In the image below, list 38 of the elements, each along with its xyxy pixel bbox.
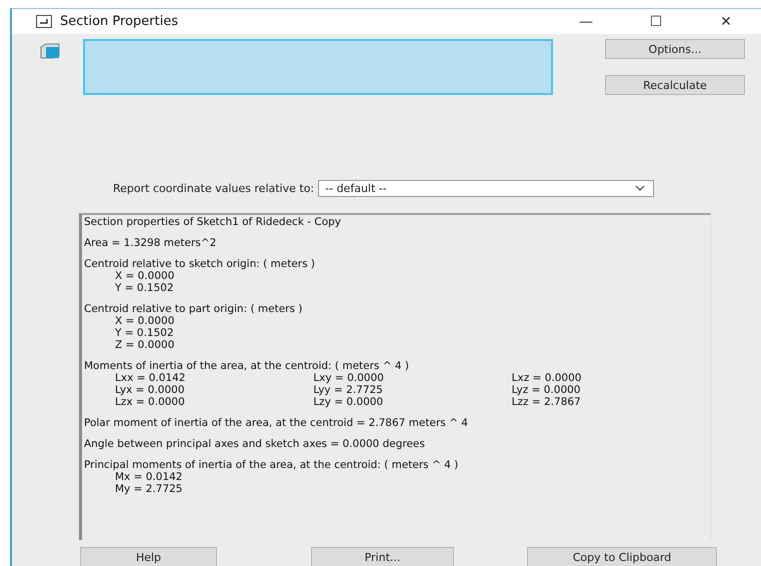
report-value: Lzz = 2.7867 xyxy=(512,396,582,408)
report-value: X = 0.0000 xyxy=(114,270,176,282)
report-value: Z = 0.0000 xyxy=(114,339,176,351)
report-value: Y = 0.1502 xyxy=(114,327,175,339)
action-button[interactable]: Print... xyxy=(311,547,454,566)
report-line: Polar moment of inertia of the area, at the centroid = 2.7867 meters ^ 4 xyxy=(84,417,469,429)
minimize-button[interactable]: — xyxy=(551,9,621,34)
chevron-down-icon xyxy=(635,185,646,191)
report-heading: Moments of inertia of the area, at the centroid: ( meters ^ 4 ) xyxy=(84,360,410,372)
report-value: X = 0.0000 xyxy=(114,315,176,327)
report-value: Lyz = 0.0000 xyxy=(512,384,582,396)
action-button[interactable]: Recalculate xyxy=(605,75,745,95)
report-line: Angle between principal axes and sketch axes = 0.0000 degrees xyxy=(84,438,426,450)
report-heading: Centroid relative to part origin: ( meters ) xyxy=(84,303,304,315)
report-value: Lyx = 0.0000 xyxy=(115,384,186,396)
maximize-button[interactable]: ☐ xyxy=(621,9,691,34)
relative-to-label: Report coordinate values relative to: xyxy=(113,182,314,194)
coordinate-dropdown[interactable]: -- default -- xyxy=(318,180,654,196)
action-button[interactable]: Help xyxy=(80,547,217,566)
report-value: Lzy = 0.0000 xyxy=(313,396,384,408)
report-line: Area = 1.3298 meters^2 xyxy=(84,237,218,249)
action-button[interactable]: Options... xyxy=(605,39,745,59)
window-title: Section Properties xyxy=(60,14,178,29)
action-button[interactable]: Copy to Clipboard xyxy=(527,547,717,566)
report-value: Lxx = 0.0142 xyxy=(115,372,186,384)
report-value: Lzx = 0.0000 xyxy=(115,396,186,408)
close-button[interactable]: ✕ xyxy=(691,9,761,34)
report-value: Mx = 0.0142 xyxy=(114,471,184,483)
report-value: Lxy = 0.0000 xyxy=(313,372,385,384)
report-heading: Principal moments of inertia of the area, at the centroid: ( meters ^ 4 ) xyxy=(84,459,460,471)
report-line: Section properties of Sketch1 of Ridedeck - Copy xyxy=(84,216,342,228)
cube-icon xyxy=(40,43,60,59)
report-value: Y = 0.1502 xyxy=(114,282,175,294)
window-app-icon xyxy=(36,15,52,28)
report-heading: Centroid relative to sketch origin: ( meters ) xyxy=(84,258,316,270)
report-value: Lyy = 2.7725 xyxy=(313,384,384,396)
report-value: My = 2.7725 xyxy=(114,483,184,495)
report-value: Lxz = 0.0000 xyxy=(512,372,582,384)
